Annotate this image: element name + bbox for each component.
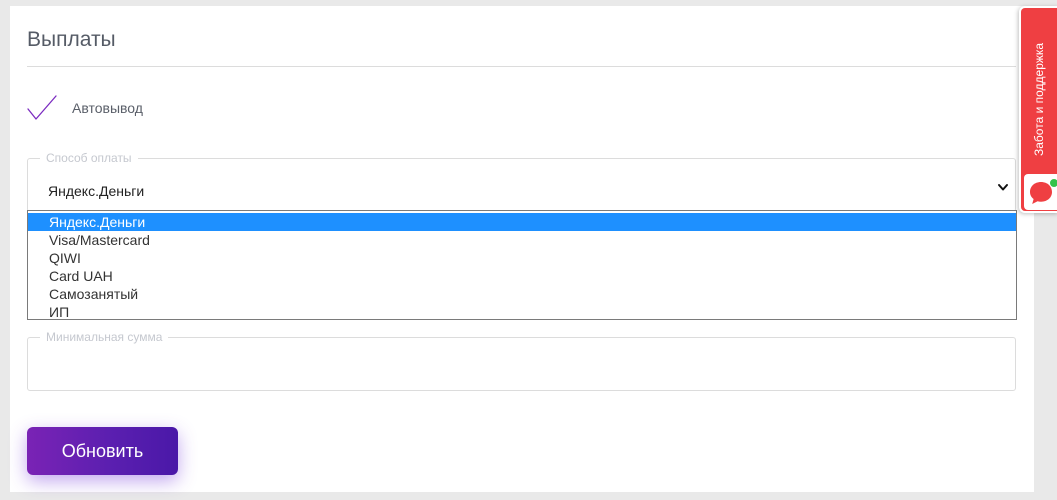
autowithdraw-label: Автовывод	[72, 100, 143, 116]
option-card-uah[interactable]: Card UAH	[28, 267, 1016, 285]
option-individual-entrepreneur[interactable]: ИП	[28, 303, 1016, 321]
option-qiwi[interactable]: QIWI	[28, 249, 1016, 267]
payment-method-value: Яндекс.Деньги	[48, 183, 145, 199]
chevron-down-icon[interactable]	[997, 181, 1009, 193]
page-title: Выплаты	[27, 28, 116, 51]
support-widget-tab[interactable]: Забота и поддержка	[1019, 6, 1057, 213]
payouts-card: Выплаты Автовывод Способ оплаты Яндекс.Д…	[10, 6, 1034, 492]
payment-method-legend: Способ оплаты	[40, 151, 138, 165]
checkmark-icon	[27, 95, 57, 120]
option-yandex-money[interactable]: Яндекс.Деньги	[28, 213, 1016, 231]
min-amount-legend: Минимальная сумма	[40, 330, 169, 344]
payment-method-dropdown: Яндекс.Деньги Visa/Mastercard QIWI Card …	[27, 210, 1017, 320]
autowithdraw-checkbox[interactable]: Автовывод	[27, 92, 143, 124]
payment-method-select[interactable]: Способ оплаты Яндекс.Деньги	[27, 151, 1016, 212]
title-divider	[27, 66, 1016, 67]
support-label: Забота и поддержка	[1032, 42, 1046, 156]
online-status-dot	[1049, 178, 1057, 188]
option-visa-mastercard[interactable]: Visa/Mastercard	[28, 231, 1016, 249]
min-amount-field[interactable]: Минимальная сумма	[27, 330, 1016, 391]
update-button[interactable]: Обновить	[27, 427, 178, 475]
option-self-employed[interactable]: Самозанятый	[28, 285, 1016, 303]
